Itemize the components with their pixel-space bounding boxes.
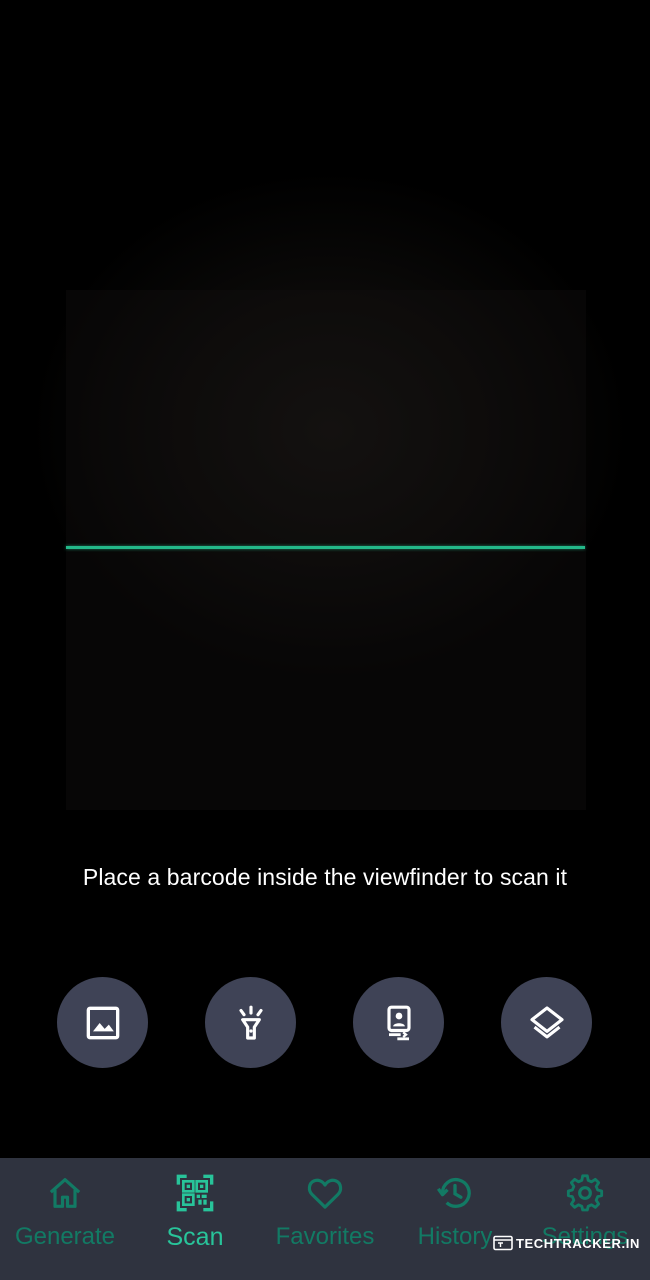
nav-label-generate: Generate xyxy=(14,1223,116,1250)
heart-icon xyxy=(307,1178,343,1209)
image-icon xyxy=(86,1006,119,1039)
viewfinder xyxy=(66,290,586,810)
nav-label-favorites: Favorites xyxy=(275,1223,375,1250)
gallery-button[interactable] xyxy=(57,977,148,1068)
nav-item-scan[interactable]: Scan xyxy=(130,1158,260,1280)
camera-switch-icon xyxy=(386,1005,411,1040)
nav-item-generate[interactable]: Generate xyxy=(0,1158,130,1280)
gear-icon xyxy=(566,1174,604,1212)
scanner-screen: Place a barcode inside the viewfinder to… xyxy=(0,0,650,1280)
watermark: TECHTRACKER.IN xyxy=(493,1235,640,1251)
scan-line xyxy=(66,546,585,549)
history-icon xyxy=(436,1177,471,1208)
nav-item-history[interactable]: History xyxy=(390,1158,520,1280)
qr-scan-icon xyxy=(176,1174,214,1212)
bottom-navigation: Generate Scan Favorites History Settings xyxy=(0,1158,650,1280)
home-icon xyxy=(49,1178,81,1208)
batch-scan-button[interactable] xyxy=(501,977,592,1068)
flashlight-icon xyxy=(238,1005,263,1040)
scanner-actions xyxy=(0,977,650,1069)
layers-icon xyxy=(529,1005,564,1038)
browser-icon xyxy=(493,1235,513,1251)
watermark-text: TECHTRACKER.IN xyxy=(516,1235,640,1251)
switch-camera-button[interactable] xyxy=(353,977,444,1068)
scan-hint-text: Place a barcode inside the viewfinder to… xyxy=(82,864,568,890)
nav-item-settings[interactable]: Settings xyxy=(520,1158,650,1280)
nav-label-scan: Scan xyxy=(166,1223,224,1251)
nav-item-favorites[interactable]: Favorites xyxy=(260,1158,390,1280)
flashlight-button[interactable] xyxy=(205,977,296,1068)
nav-label-history: History xyxy=(417,1223,493,1250)
